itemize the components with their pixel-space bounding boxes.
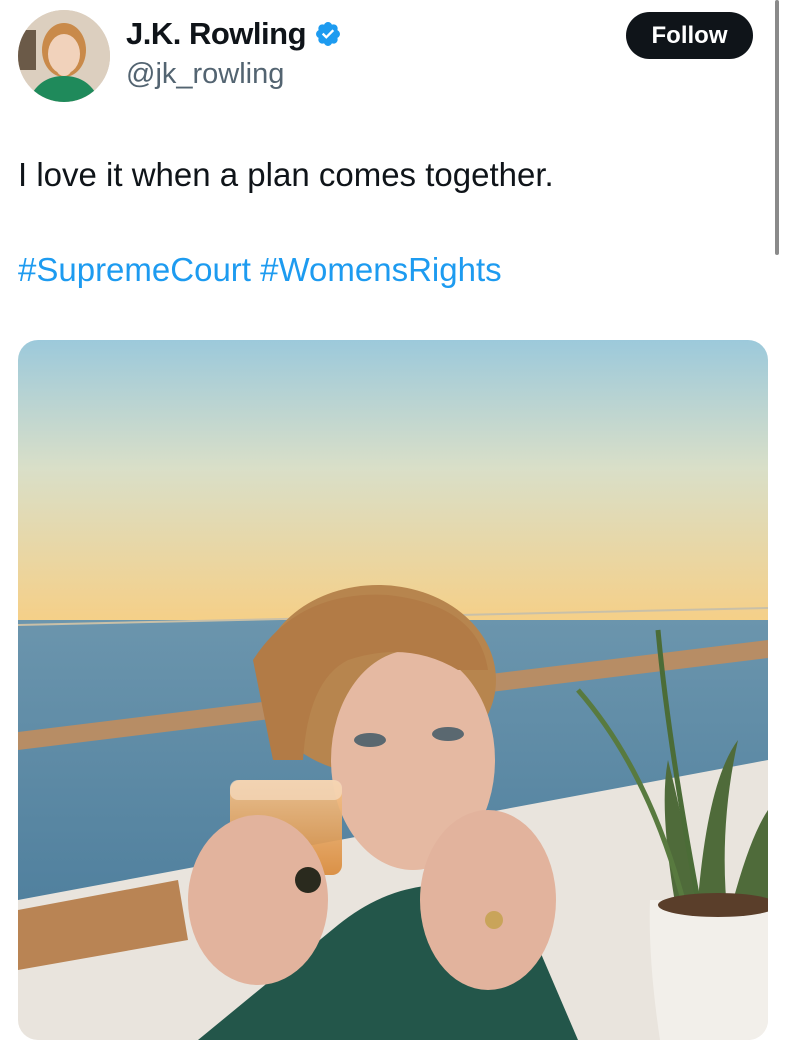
- tweet-photo[interactable]: [18, 340, 768, 1040]
- display-name[interactable]: J.K. Rowling: [126, 16, 307, 52]
- avatar-photo: [18, 10, 110, 102]
- user-name-row: J.K. Rowling: [126, 16, 342, 52]
- hashtag-link[interactable]: #SupremeCourt: [18, 251, 251, 288]
- avatar[interactable]: [18, 10, 110, 102]
- hashtag-row: #SupremeCourt #WomensRights: [18, 250, 502, 290]
- tweet-text: I love it when a plan comes together.: [18, 156, 554, 193]
- follow-button[interactable]: Follow: [626, 12, 753, 59]
- hashtag-link[interactable]: #WomensRights: [260, 251, 502, 288]
- user-handle[interactable]: @jk_rowling: [126, 58, 284, 91]
- photo-illustration: [18, 340, 768, 1040]
- scrollbar[interactable]: [775, 0, 779, 255]
- verified-badge-icon: [316, 22, 340, 46]
